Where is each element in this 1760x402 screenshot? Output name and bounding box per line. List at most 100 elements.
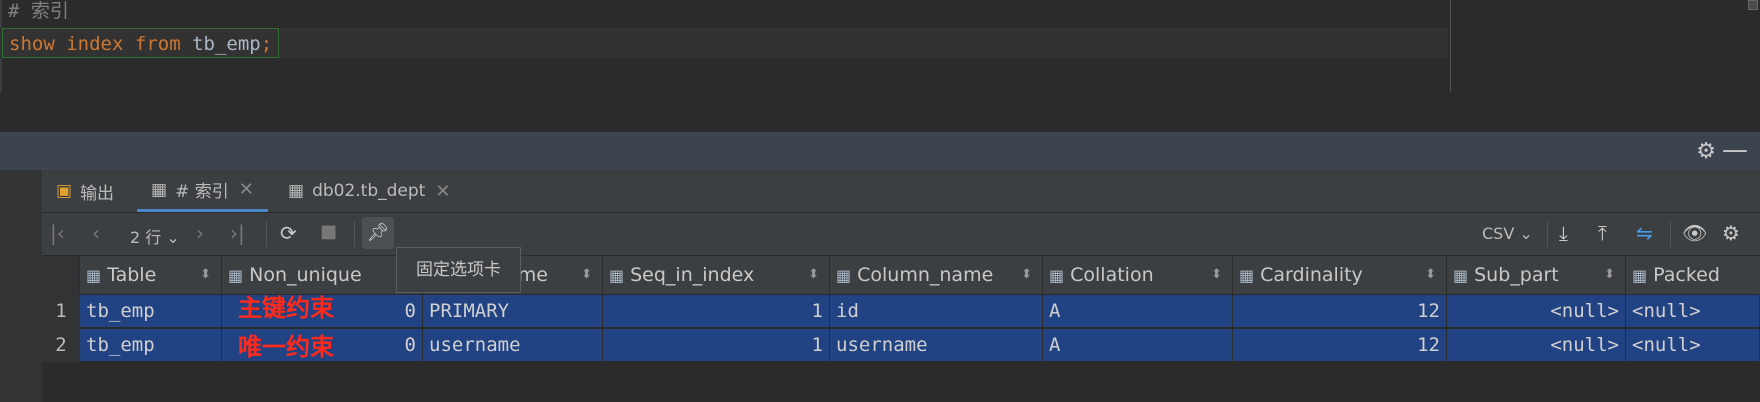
column-header-label: Seq_in_index: [630, 264, 755, 286]
rows-count-select[interactable]: 2 行 ⌄: [130, 224, 180, 248]
column-icon: ▦: [1239, 266, 1255, 285]
column-header-label: Collation: [1070, 264, 1154, 286]
cell-key-name[interactable]: username: [423, 329, 603, 361]
column-header-cardinality[interactable]: ▦ Cardinality ⬍: [1233, 256, 1447, 294]
sort-icon[interactable]: ⬍: [808, 256, 819, 294]
column-icon: ▦: [836, 266, 852, 285]
cell-cardinality[interactable]: 12: [1233, 295, 1447, 327]
sort-icon[interactable]: ⬍: [1021, 256, 1032, 294]
editor-scroll-marker[interactable]: [1748, 0, 1758, 10]
compare-icon[interactable]: ⇋: [1636, 221, 1653, 245]
last-page-icon[interactable]: ›|: [230, 221, 245, 245]
toolbar-separator: [1547, 221, 1548, 247]
eye-icon[interactable]: 👁︎: [1682, 221, 1707, 245]
cell-table[interactable]: tb_emp: [80, 295, 222, 327]
column-header-label: Sub_part: [1474, 264, 1559, 286]
cell-sub-part[interactable]: <null>: [1447, 329, 1626, 361]
toolbar-separator: [354, 221, 355, 247]
table-identifier: tb_emp: [192, 33, 261, 55]
editor-code-line[interactable]: show index from tb_emp;: [0, 28, 1448, 58]
table-icon: ▦: [151, 179, 168, 200]
tab-index[interactable]: ▦ # 索引 ✕: [137, 170, 268, 212]
column-icon: ▦: [609, 266, 625, 285]
tab-db02-label: db02.tb_dept: [312, 181, 426, 201]
sort-icon[interactable]: ⬍: [1604, 256, 1615, 294]
column-header-label: Non_unique: [249, 264, 362, 286]
pin-tab-button[interactable]: 📌︎: [362, 217, 394, 249]
grid-empty-area[interactable]: [42, 362, 1760, 402]
column-header-label: Table: [107, 264, 157, 286]
column-header-packed[interactable]: ▦ Packed: [1626, 256, 1760, 294]
tab-output[interactable]: ▣ 输出: [56, 170, 114, 212]
cell-collation[interactable]: A: [1043, 329, 1233, 361]
semicolon: ;: [260, 33, 273, 55]
column-icon: ▦: [228, 266, 244, 285]
tab-db02-tb-dept[interactable]: ▦ db02.tb_dept ✕: [288, 170, 450, 212]
cell-seq-in-index[interactable]: 1: [603, 295, 830, 327]
toolbar-separator: [266, 221, 267, 247]
sort-icon[interactable]: ⬍: [200, 256, 211, 294]
pin-tooltip: 固定选项卡: [396, 247, 521, 293]
cell-sub-part[interactable]: <null>: [1447, 295, 1626, 327]
gear-icon[interactable]: ⚙: [1696, 139, 1716, 164]
editor-empty-area[interactable]: [0, 92, 1760, 132]
column-header-seq-in-index[interactable]: ▦ Seq_in_index ⬍: [603, 256, 830, 294]
annotation-unique-key: 唯一约束: [238, 332, 334, 361]
cell-collation[interactable]: A: [1043, 295, 1233, 327]
gear-icon[interactable]: ⚙: [1722, 221, 1740, 245]
column-icon: ▦: [1453, 266, 1469, 285]
stop-icon[interactable]: ■: [320, 221, 337, 242]
export-format-select[interactable]: CSV ⌄: [1482, 224, 1533, 243]
next-page-icon[interactable]: ›: [196, 221, 204, 245]
column-header-label: Packed: [1653, 264, 1720, 286]
toolbar-separator: [1670, 221, 1671, 247]
upload-icon[interactable]: ⤒: [1598, 221, 1607, 245]
sort-icon[interactable]: ⬍: [1425, 256, 1436, 294]
close-icon[interactable]: ✕: [435, 181, 450, 202]
services-tree-strip[interactable]: [0, 170, 43, 402]
first-page-icon[interactable]: |‹: [50, 221, 65, 245]
column-header-sub-part[interactable]: ▦ Sub_part ⬍: [1447, 256, 1626, 294]
row-number: 2: [42, 328, 80, 362]
chevron-down-icon: ⌄: [1519, 224, 1533, 243]
sort-icon[interactable]: ⬍: [581, 256, 592, 294]
rownum-header: [42, 256, 80, 294]
keyword-index: index: [66, 33, 124, 55]
export-format-label: CSV: [1482, 224, 1515, 243]
cell-key-name[interactable]: PRIMARY: [423, 295, 603, 327]
column-header-table[interactable]: ▦ Table ⬍: [80, 256, 222, 294]
sort-icon[interactable]: ⬍: [1211, 256, 1222, 294]
services-panel-header: ⚙ —: [0, 132, 1760, 170]
close-icon[interactable]: ✕: [239, 179, 254, 200]
cell-column-name[interactable]: username: [830, 329, 1043, 361]
table-icon: ▦: [288, 181, 305, 201]
row-number: 1: [42, 294, 80, 328]
cell-packed[interactable]: <null>: [1626, 329, 1760, 361]
annotation-primary-key: 主键约束: [238, 293, 334, 322]
minus-icon[interactable]: —: [1722, 135, 1748, 165]
chevron-down-icon: ⌄: [166, 228, 180, 247]
column-icon: ▦: [86, 266, 102, 285]
cell-table[interactable]: tb_emp: [80, 329, 222, 361]
result-toolbar: |‹ ‹ 2 行 ⌄ › ›| ⟳ ■ 📌︎ CSV ⌄ ⤓ ⤒ ⇋ 👁︎ ⚙: [42, 213, 1760, 256]
cell-seq-in-index[interactable]: 1: [603, 329, 830, 361]
cell-packed[interactable]: <null>: [1626, 295, 1760, 327]
current-statement[interactable]: show index from tb_emp;: [2, 28, 280, 58]
download-icon[interactable]: ⤓: [1559, 221, 1568, 245]
keyword-show: show: [9, 33, 55, 55]
cell-column-name[interactable]: id: [830, 295, 1043, 327]
column-icon: ▦: [1632, 266, 1648, 285]
output-icon: ▣: [56, 181, 73, 201]
sql-editor[interactable]: # 索引 show index from tb_emp;: [0, 0, 1760, 92]
right-margin-line: [1450, 0, 1451, 92]
rows-count-label: 2 行: [130, 228, 162, 247]
column-header-label: Cardinality: [1260, 264, 1363, 286]
keyword-from: from: [134, 33, 181, 55]
refresh-icon[interactable]: ⟳: [280, 221, 297, 245]
column-header-label: Column_name: [857, 264, 994, 286]
prev-page-icon[interactable]: ‹: [92, 221, 100, 245]
column-header-column-name[interactable]: ▦ Column_name ⬍: [830, 256, 1043, 294]
cell-cardinality[interactable]: 12: [1233, 329, 1447, 361]
column-header-collation[interactable]: ▦ Collation ⬍: [1043, 256, 1233, 294]
pin-icon: 📌︎: [366, 222, 390, 243]
